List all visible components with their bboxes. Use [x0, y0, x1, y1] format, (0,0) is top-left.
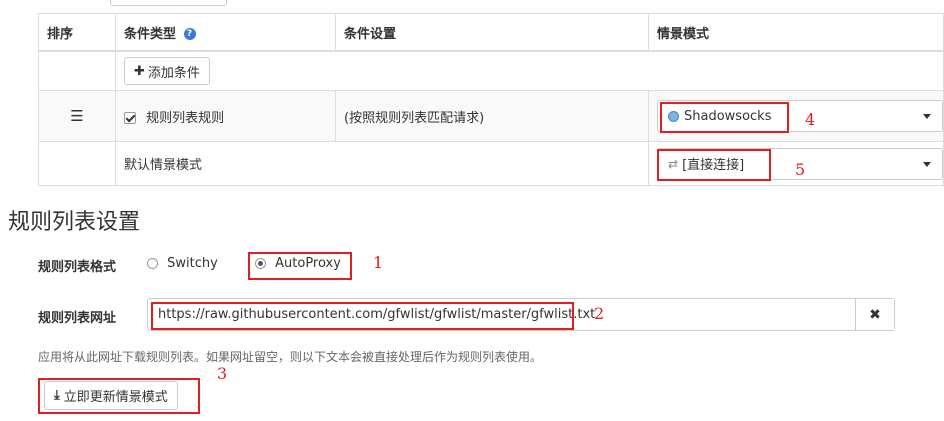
annotation-box-5	[657, 149, 771, 181]
chevron-down-icon	[923, 114, 931, 119]
annotation-number-5: 5	[795, 160, 806, 179]
add-condition-button[interactable]: ✚ 添加条件	[124, 57, 210, 85]
header-profile: 情景模式	[648, 13, 944, 52]
top-cropped-button[interactable]	[110, 0, 227, 6]
switchy-radio[interactable]	[147, 258, 158, 269]
section-title: 规则列表设置	[8, 210, 141, 235]
drag-handle-list-icon[interactable]: ☰	[70, 107, 83, 125]
annotation-number-2: 2	[594, 304, 605, 323]
table-header-row: 排序 条件类型 ? 条件设置 情景模式	[38, 13, 944, 52]
rule-settings-text: (按照规则列表匹配请求)	[335, 90, 649, 142]
rules-table: 排序 条件类型 ? 条件设置 情景模式 ✚ 添加条件 ☰ 规则列表规则 (按照规…	[38, 13, 944, 186]
close-icon: ✖	[869, 306, 881, 323]
chevron-down-icon	[923, 161, 931, 167]
help-icon[interactable]: ?	[183, 28, 196, 40]
table-row: 默认情景模式 ⇄ [直接连接]	[38, 141, 944, 186]
annotation-box-2	[151, 302, 574, 330]
header-condition-type: 条件类型 ?	[115, 13, 336, 52]
annotation-box-4	[660, 102, 789, 133]
annotation-number-4: 4	[805, 110, 816, 129]
default-profile-label: 默认情景模式	[115, 141, 649, 186]
clear-url-button[interactable]: ✖	[855, 299, 894, 330]
header-condition-settings: 条件设置	[335, 13, 649, 52]
header-order: 排序	[38, 13, 116, 52]
annotation-number-3: 3	[217, 364, 228, 383]
add-condition-label: 添加条件	[147, 65, 200, 81]
help-text: 应用将从此网址下载规则列表。如果网址留空，则以下文本会被直接处理后作为规则列表使…	[38, 350, 543, 364]
plus-icon: ✚	[134, 63, 145, 79]
rule-type-label: 规则列表规则	[146, 110, 225, 126]
add-condition-row: ✚ 添加条件	[38, 50, 944, 91]
annotation-number-1: 1	[373, 253, 384, 272]
header-condition-type-label: 条件类型	[124, 26, 177, 42]
format-option-switchy[interactable]: Switchy	[147, 256, 218, 271]
switchy-label: Switchy	[167, 256, 218, 271]
rule-enabled-checkbox[interactable]	[124, 112, 136, 124]
annotation-box-3	[38, 378, 200, 414]
url-label: 规则列表网址	[38, 311, 117, 326]
format-label: 规则列表格式	[38, 260, 117, 275]
annotation-box-1	[248, 252, 352, 280]
